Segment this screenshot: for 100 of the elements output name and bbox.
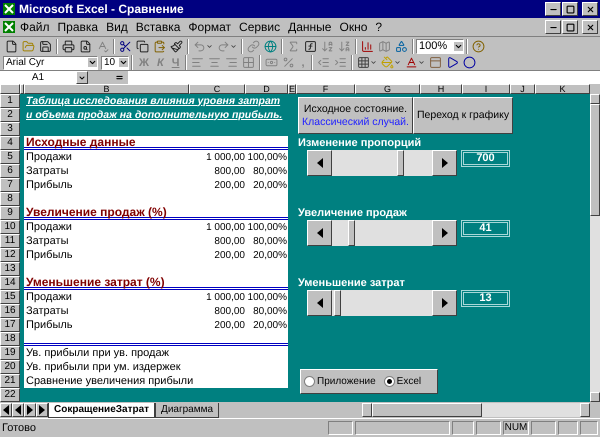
column-header[interactable]: D: [245, 84, 288, 94]
scroll-right-button[interactable]: [432, 150, 457, 176]
zoom-field[interactable]: 100%: [416, 38, 464, 54]
value-box: 700: [461, 150, 510, 167]
slider-thumb[interactable]: [334, 290, 341, 316]
slider-thumb[interactable]: [397, 150, 404, 176]
row-header[interactable]: 21: [0, 374, 20, 388]
tab-nav-button[interactable]: [36, 403, 48, 417]
column-header[interactable]: G: [355, 84, 420, 94]
scroll-up-button[interactable]: [590, 94, 600, 104]
menu-item[interactable]: Формат: [184, 20, 236, 34]
table-cell-text: 200,00: [213, 248, 245, 262]
left-arrow-icon: [316, 158, 324, 168]
left-arrow-icon: [316, 298, 324, 308]
radio-option[interactable]: Excel: [384, 376, 422, 388]
scroll-left-button[interactable]: [307, 220, 332, 246]
row-header[interactable]: 2: [0, 108, 20, 122]
scroll-right-button[interactable]: [432, 290, 457, 316]
column-header[interactable]: B: [24, 84, 189, 94]
row-header[interactable]: 7: [0, 178, 20, 192]
menu-item[interactable]: Окно: [335, 20, 372, 34]
table-cell-text: Прибыль: [25, 318, 74, 332]
scroll-down-button[interactable]: [590, 392, 600, 402]
row-header[interactable]: 3: [0, 122, 20, 136]
font-size-field[interactable]: 10: [101, 56, 129, 70]
row-header[interactable]: 13: [0, 262, 20, 276]
row-header[interactable]: 5: [0, 150, 20, 164]
column-header[interactable]: I: [462, 84, 510, 94]
table-cell-text: 800,00: [213, 164, 245, 178]
row-header[interactable]: 6: [0, 164, 20, 178]
sheet-tab[interactable]: СокращениеЗатрат: [48, 402, 156, 418]
column-header[interactable]: F: [296, 84, 355, 94]
row-header[interactable]: 10: [0, 220, 20, 234]
paintbrush-icon[interactable]: [168, 38, 185, 54]
select-all-corner[interactable]: [0, 84, 20, 94]
column-header[interactable]: H: [420, 84, 462, 94]
radio-option[interactable]: Приложение: [304, 376, 376, 388]
dropdown-arrow-icon[interactable]: [88, 58, 97, 67]
scroll-right-button[interactable]: [432, 220, 457, 246]
dropdown-arrow-icon[interactable]: [454, 42, 463, 50]
column-header[interactable]: K: [535, 84, 590, 94]
copy-icon[interactable]: [134, 38, 151, 54]
restore-button[interactable]: [562, 2, 578, 16]
row-header[interactable]: 9: [0, 206, 20, 220]
row-header[interactable]: 19: [0, 346, 20, 360]
vertical-scrollbar[interactable]: [590, 94, 600, 402]
row-header[interactable]: 17: [0, 318, 20, 332]
row-header[interactable]: 22: [0, 388, 20, 402]
row-header[interactable]: 16: [0, 304, 20, 318]
scroll-right-button[interactable]: [580, 403, 590, 417]
row-header[interactable]: 20: [0, 360, 20, 374]
row-header[interactable]: 1: [0, 94, 20, 108]
minimize-button[interactable]: [545, 20, 561, 34]
row-header[interactable]: 14: [0, 276, 20, 290]
macro-button[interactable]: Переход к графику: [412, 97, 514, 134]
menu-item[interactable]: Вставка: [132, 20, 184, 34]
dropdown-arrow-icon[interactable]: [119, 58, 128, 67]
slider-label: Увеличение продаж: [298, 206, 408, 220]
close-button[interactable]: [582, 2, 598, 16]
print-icon[interactable]: [60, 38, 77, 54]
close-button[interactable]: [582, 20, 598, 34]
minimize-button[interactable]: [545, 2, 561, 16]
scroll-left-button[interactable]: [362, 403, 372, 417]
record-icon[interactable]: [460, 54, 478, 71]
row-header[interactable]: 4: [0, 136, 20, 150]
tab-nav-button[interactable]: [24, 403, 36, 417]
scroll-left-button[interactable]: [307, 150, 332, 176]
tab-nav-button[interactable]: [12, 403, 24, 417]
horizontal-scrollbar[interactable]: [362, 403, 590, 417]
row-header[interactable]: 11: [0, 234, 20, 248]
status-panel: [476, 421, 501, 435]
column-header[interactable]: C: [189, 84, 245, 94]
restore-button[interactable]: [562, 20, 578, 34]
menu-item[interactable]: Данные: [284, 20, 336, 34]
font-field[interactable]: Arial Cyr: [3, 56, 98, 70]
column-header[interactable]: E: [288, 84, 296, 94]
menu-item[interactable]: Файл: [16, 20, 54, 34]
menu-item[interactable]: Сервис: [235, 20, 284, 34]
menu-item[interactable]: Вид: [102, 20, 132, 34]
column-header[interactable]: J: [510, 84, 535, 94]
table-cell-text: 100,00%: [246, 220, 288, 234]
globe-icon[interactable]: [262, 38, 279, 54]
row-header[interactable]: 18: [0, 332, 20, 346]
tab-nav-button[interactable]: [0, 403, 12, 417]
table-cell-text: 1 000,00: [205, 150, 245, 164]
menu-item[interactable]: ?: [371, 20, 386, 34]
scroll-thumb[interactable]: [590, 104, 600, 216]
scroll-left-button[interactable]: [307, 290, 332, 316]
row-header[interactable]: 12: [0, 248, 20, 262]
name-box-dropdown[interactable]: [76, 71, 88, 84]
section-header: Исходные данные: [24, 136, 288, 150]
menu-item[interactable]: Правка: [54, 20, 102, 34]
slider-thumb[interactable]: [348, 220, 355, 246]
row-header[interactable]: 15: [0, 290, 20, 304]
sheet-tab[interactable]: Диаграмма: [155, 402, 220, 418]
help-icon[interactable]: [470, 38, 487, 54]
macro-button[interactable]: Исходное состояние. Классический случай.: [298, 97, 413, 134]
scroll-thumb[interactable]: [372, 403, 482, 417]
radio-circle[interactable]: [384, 376, 395, 387]
row-header[interactable]: 8: [0, 192, 20, 206]
